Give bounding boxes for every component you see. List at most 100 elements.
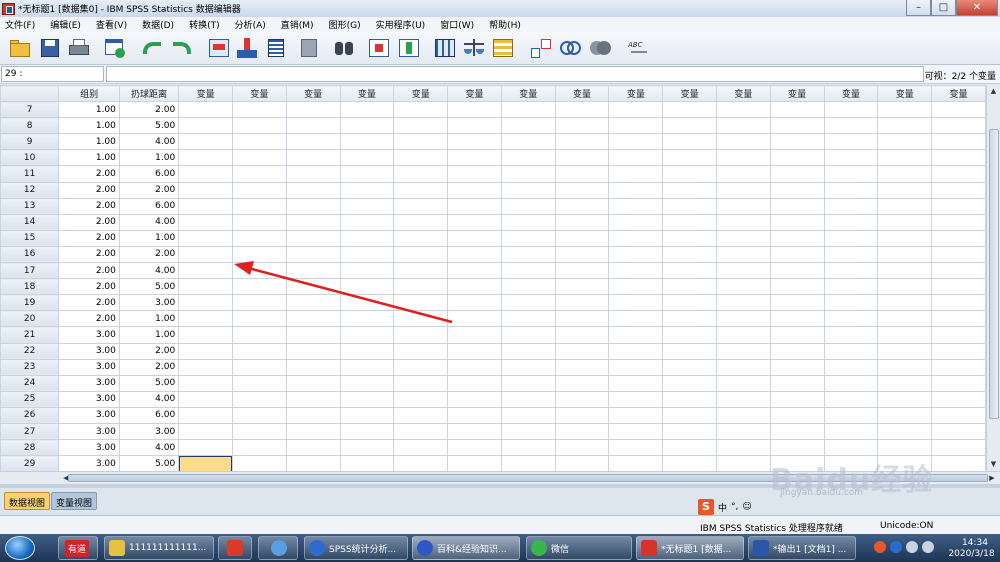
cell-empty[interactable] <box>769 262 825 280</box>
cell-empty[interactable] <box>769 101 825 119</box>
cell-empty[interactable] <box>877 439 933 457</box>
cell-empty[interactable] <box>769 213 825 231</box>
cell-empty[interactable] <box>393 133 449 151</box>
cell-empty[interactable] <box>500 278 556 296</box>
cell-empty[interactable] <box>823 439 879 457</box>
cell-empty[interactable] <box>823 326 879 344</box>
cell-group[interactable]: 1.00 <box>58 117 120 135</box>
cell-throw-distance[interactable]: 4.00 <box>118 390 180 408</box>
taskbar-baidu[interactable]: 百科&经验知识... <box>412 536 520 560</box>
cell-empty[interactable] <box>662 374 717 392</box>
cell-empty[interactable] <box>178 294 233 312</box>
cell-empty[interactable] <box>608 181 664 199</box>
cell-empty[interactable] <box>931 455 986 471</box>
cell-empty[interactable] <box>178 310 233 328</box>
cell-empty[interactable] <box>285 181 341 199</box>
cell-empty[interactable] <box>447 165 502 183</box>
cell-empty[interactable] <box>769 165 825 183</box>
cell-empty[interactable] <box>231 406 287 424</box>
sogou-tray-icon[interactable] <box>874 541 886 553</box>
menu-analyze[interactable]: 分析(A) <box>235 18 266 31</box>
help-tray-icon[interactable] <box>890 541 902 553</box>
cell-empty[interactable] <box>608 374 664 392</box>
print-icon[interactable] <box>67 36 91 60</box>
cell-empty[interactable] <box>716 326 771 344</box>
row-number[interactable]: 21 <box>0 326 60 344</box>
column-header-group[interactable]: 组别 <box>58 85 120 103</box>
column-header-empty-variable[interactable]: 变量 <box>231 85 287 103</box>
column-header-empty-variable[interactable]: 变量 <box>500 85 556 103</box>
cell-empty[interactable] <box>447 342 502 360</box>
cell-value-field[interactable] <box>106 66 924 82</box>
cell-empty[interactable] <box>500 374 556 392</box>
cell-throw-distance[interactable]: 5.00 <box>118 455 180 471</box>
cell-empty[interactable] <box>877 181 933 199</box>
cell-empty[interactable] <box>178 149 233 167</box>
cell-empty[interactable] <box>608 101 664 119</box>
cell-empty[interactable] <box>393 326 449 344</box>
cell-empty[interactable] <box>931 245 986 264</box>
cell-empty[interactable] <box>285 278 341 296</box>
cell-empty[interactable] <box>662 101 717 119</box>
taskbar-flower-app[interactable] <box>258 536 298 560</box>
cell-empty[interactable] <box>285 342 341 360</box>
use-sets-icon[interactable] <box>558 36 582 60</box>
cell-throw-distance[interactable]: 1.00 <box>118 310 180 328</box>
cell-empty[interactable] <box>393 374 449 392</box>
cell-empty[interactable] <box>339 278 395 296</box>
cell-empty[interactable] <box>769 181 825 199</box>
cell-empty[interactable] <box>554 117 610 135</box>
cell-empty[interactable] <box>608 278 664 296</box>
cell-empty[interactable] <box>769 117 825 135</box>
cell-empty[interactable] <box>662 310 717 328</box>
menu-file[interactable]: 文件(F) <box>5 18 35 31</box>
cell-throw-distance[interactable]: 1.00 <box>118 149 180 167</box>
cell-empty[interactable] <box>339 310 395 328</box>
cell-empty[interactable] <box>178 326 233 344</box>
cell-empty[interactable] <box>716 439 771 457</box>
cell-empty[interactable] <box>662 197 717 215</box>
cell-group[interactable]: 3.00 <box>58 406 120 424</box>
cell-empty[interactable] <box>877 374 933 392</box>
column-header-empty-variable[interactable]: 变量 <box>931 85 986 103</box>
cell-empty[interactable] <box>769 245 825 264</box>
cell-empty[interactable] <box>231 101 287 119</box>
vertical-scroll-thumb[interactable] <box>989 129 999 419</box>
cell-empty[interactable] <box>716 181 771 199</box>
cell-empty[interactable] <box>285 197 341 215</box>
column-header-empty-variable[interactable]: 变量 <box>823 85 879 103</box>
cell-empty[interactable] <box>823 117 879 135</box>
cell-empty[interactable] <box>447 245 502 264</box>
cell-empty[interactable] <box>178 229 233 247</box>
cell-empty[interactable] <box>877 117 933 135</box>
cell-empty[interactable] <box>339 422 395 441</box>
cell-empty[interactable] <box>608 197 664 215</box>
cell-group[interactable]: 3.00 <box>58 439 120 457</box>
cell-empty[interactable] <box>500 197 556 215</box>
cell-empty[interactable] <box>877 310 933 328</box>
cell-empty[interactable] <box>500 149 556 167</box>
cell-empty[interactable] <box>231 390 287 408</box>
cell-empty[interactable] <box>554 278 610 296</box>
cell-empty[interactable] <box>877 278 933 296</box>
cell-empty[interactable] <box>500 390 556 408</box>
cell-throw-distance[interactable]: 4.00 <box>118 133 180 151</box>
cell-empty[interactable] <box>823 133 879 151</box>
cell-empty[interactable] <box>662 262 717 280</box>
cell-empty[interactable] <box>393 390 449 408</box>
cell-empty[interactable] <box>447 390 502 408</box>
cell-empty[interactable] <box>554 197 610 215</box>
cell-empty[interactable] <box>178 245 233 264</box>
cell-throw-distance[interactable]: 6.00 <box>118 406 180 424</box>
ime-mode-label[interactable]: 中 <box>718 501 727 514</box>
cell-empty[interactable] <box>877 422 933 441</box>
cell-empty[interactable] <box>716 342 771 360</box>
cell-empty[interactable] <box>716 229 771 247</box>
cell-empty[interactable] <box>447 181 502 199</box>
cell-empty[interactable] <box>769 197 825 215</box>
cell-empty[interactable] <box>662 358 717 376</box>
column-header-empty-variable[interactable]: 变量 <box>178 85 233 103</box>
row-number[interactable]: 14 <box>0 213 60 231</box>
show-all-icon[interactable] <box>588 36 612 60</box>
redo-icon[interactable] <box>170 36 194 60</box>
